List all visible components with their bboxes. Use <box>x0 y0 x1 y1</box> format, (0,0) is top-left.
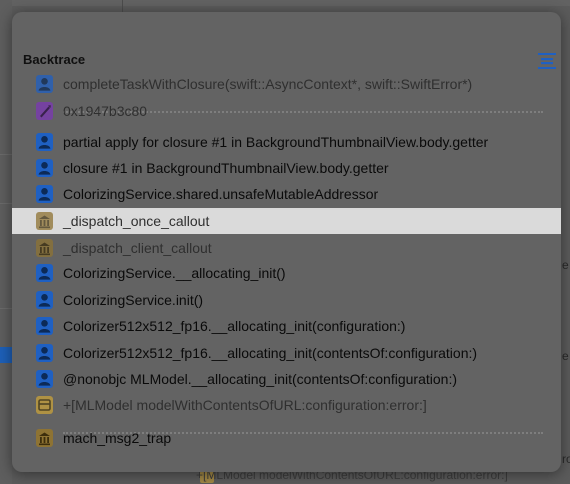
user-icon <box>36 370 53 388</box>
frame-label: partial apply for closure #1 in Backgrou… <box>63 134 489 150</box>
user-icon <box>36 344 53 362</box>
background-text: ro <box>562 452 570 466</box>
background-divider-line <box>0 308 12 309</box>
user-icon <box>36 133 53 151</box>
background-divider-line <box>0 154 12 155</box>
frame-label: ColorizingService.init() <box>63 292 204 308</box>
frame-label: closure #1 in BackgroundThumbnailView.bo… <box>63 160 389 176</box>
frame-row[interactable]: _dispatch_client_callout <box>12 235 561 261</box>
backtrace-popover: Backtrace completeTaskWithClosure(swift:… <box>12 12 561 472</box>
frame-row[interactable]: mach_msg2_trap <box>12 425 561 451</box>
background-divider-line <box>0 203 12 204</box>
library-icon <box>36 429 53 447</box>
user-icon <box>36 264 53 282</box>
user-icon <box>36 75 53 93</box>
background-selected-item <box>0 347 12 363</box>
user-icon <box>36 159 53 177</box>
frame-label: _dispatch_once_callout <box>63 213 210 229</box>
frame-label: Colorizer512x512_fp16.__allocating_init(… <box>63 345 478 361</box>
background-text: e <box>562 349 569 363</box>
framework-icon <box>36 396 53 414</box>
collapse-icon <box>538 53 556 69</box>
frame-label: Colorizer512x512_fp16.__allocating_init(… <box>63 318 406 334</box>
frame-row[interactable]: Colorizer512x512_fp16.__allocating_init(… <box>12 313 561 339</box>
frame-label: _dispatch_client_callout <box>63 240 212 256</box>
frame-row[interactable]: ColorizingService.__allocating_init() <box>12 260 561 286</box>
user-icon <box>36 291 53 309</box>
background-toolbar <box>0 0 570 6</box>
frame-row[interactable]: Colorizer512x512_fp16.__allocating_init(… <box>12 340 561 366</box>
background-text: e <box>562 258 569 272</box>
frame-row[interactable]: closure #1 in BackgroundThumbnailView.bo… <box>12 155 561 181</box>
frame-label: @nonobjc MLModel.__allocating_init(conte… <box>63 371 457 387</box>
frame-label: ColorizingService.__allocating_init() <box>63 265 286 281</box>
user-icon <box>36 185 53 203</box>
address-icon <box>36 102 53 120</box>
frame-row-selected[interactable]: _dispatch_once_callout <box>12 208 561 234</box>
collapse-frames-button[interactable] <box>538 53 556 69</box>
frame-label: 0x1947b3c80 <box>63 103 148 119</box>
panel-title: Backtrace <box>23 52 86 67</box>
library-icon <box>36 239 53 257</box>
frame-label: ColorizingService.shared.unsafeMutableAd… <box>63 186 379 202</box>
frame-row[interactable]: ColorizingService.shared.unsafeMutableAd… <box>12 181 561 207</box>
frame-row[interactable]: @nonobjc MLModel.__allocating_init(conte… <box>12 366 561 392</box>
frame-row[interactable]: 0x1947b3c80 <box>12 98 561 124</box>
frame-label: completeTaskWithClosure(swift::AsyncCont… <box>63 76 473 92</box>
background-navigator <box>0 0 12 484</box>
frame-row[interactable]: +[MLModel modelWithContentsOfURL:configu… <box>12 392 561 418</box>
frame-row[interactable]: ColorizingService.init() <box>12 287 561 313</box>
frame-row[interactable]: partial apply for closure #1 in Backgrou… <box>12 129 561 155</box>
user-icon <box>36 317 53 335</box>
frame-row[interactable]: completeTaskWithClosure(swift::AsyncCont… <box>12 71 561 97</box>
library-icon <box>36 212 53 230</box>
frame-label: +[MLModel modelWithContentsOfURL:configu… <box>63 397 427 413</box>
frame-label: mach_msg2_trap <box>63 430 172 446</box>
